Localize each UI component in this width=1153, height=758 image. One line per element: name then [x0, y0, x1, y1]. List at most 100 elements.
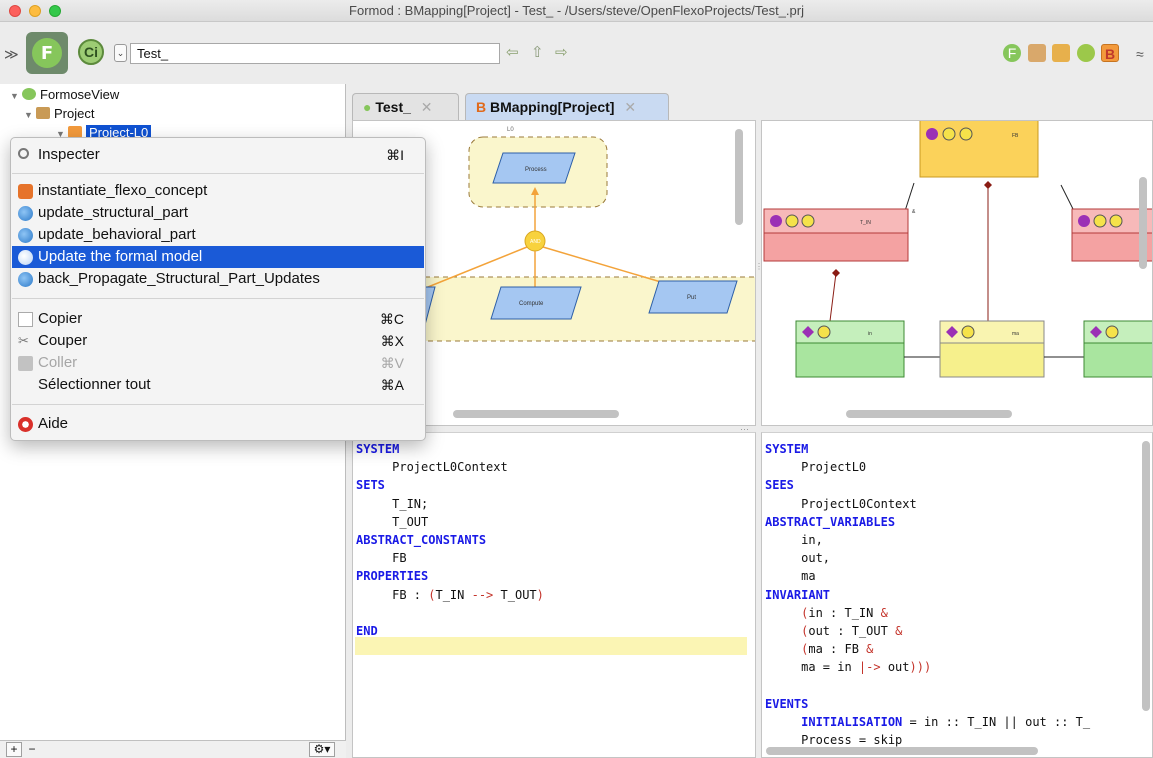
- code-line: in,: [765, 533, 823, 548]
- disclosure-open-icon[interactable]: ▼: [10, 87, 22, 105]
- menu-item-label: update_structural_part: [38, 204, 189, 221]
- horizontal-scrollbar[interactable]: [766, 747, 1038, 755]
- project-field[interactable]: Test_: [130, 43, 500, 64]
- tree-item-label: FormoseView: [40, 87, 120, 102]
- code-line: Process = skip: [765, 733, 903, 748]
- tab-test[interactable]: ● Test_ ✕: [352, 93, 459, 121]
- vertical-splitter-handle[interactable]: ⋮: [755, 263, 763, 284]
- toolbar: ≫ F Ci ⌄ Test_ ⇦ ⇧ ⇨ F B ≈: [0, 22, 1153, 84]
- close-tab-icon[interactable]: ✕: [624, 99, 636, 115]
- help-lifebuoy-icon: [18, 417, 33, 432]
- menu-item-shortcut: ⌘I: [386, 147, 404, 163]
- editor-tab-bar: ● Test_ ✕ B BMapping[Project] ✕: [347, 84, 1153, 122]
- clipboard-icon: [18, 356, 33, 371]
- disclosure-open-icon[interactable]: ▼: [24, 106, 36, 124]
- b-model-diagram-pane[interactable]: FB T_IN & in ma: [761, 120, 1153, 426]
- back-arrow-icon[interactable]: ⇦: [506, 43, 519, 61]
- chevron-double-up-icon[interactable]: ≈: [1136, 46, 1144, 62]
- menu-item-shortcut: ⌘C: [379, 311, 404, 327]
- copy-icon: [18, 312, 33, 327]
- menu-item-inspecter[interactable]: Inspecter ⌘I: [12, 144, 424, 166]
- tab-label: Test_: [375, 99, 411, 115]
- x-icon: [1093, 214, 1107, 228]
- menu-item-instantiate-flexo-concept[interactable]: instantiate_flexo_concept: [12, 180, 424, 202]
- code-operator: (: [765, 605, 809, 620]
- menu-item-update-behavioral-part[interactable]: update_behavioral_part: [12, 224, 424, 246]
- machine-code-editor[interactable]: SYSTEM ProjectL0 SEES ProjectL0Context A…: [761, 432, 1153, 758]
- menu-item-couper[interactable]: ✂ Couper ⌘X: [12, 330, 424, 352]
- project-dropdown-button[interactable]: ⌄: [114, 44, 127, 62]
- menu-item-copier[interactable]: Copier ⌘C: [12, 308, 424, 330]
- horizontal-scrollbar[interactable]: [453, 410, 619, 418]
- function-icon: [961, 325, 975, 339]
- tab-label: BMapping[Project]: [490, 99, 615, 115]
- code-keyword: ABSTRACT_CONSTANTS: [356, 533, 487, 548]
- remove-button[interactable]: −: [24, 742, 40, 757]
- horizontal-scrollbar[interactable]: [846, 410, 1012, 418]
- menu-item-label: Sélectionner tout: [38, 376, 151, 393]
- code-keyword: SEES: [765, 478, 794, 493]
- context-code-editor[interactable]: SYSTEM ProjectL0Context SETS T_IN; T_OUT…: [352, 432, 756, 758]
- scissors-icon: ✂: [18, 333, 29, 348]
- menu-item-update-formal-model[interactable]: Update the formal model: [12, 246, 424, 268]
- context-menu: Inspecter ⌘I instantiate_flexo_concept u…: [10, 137, 426, 441]
- code-line: out : T_OUT: [808, 624, 896, 639]
- fb-label: FB: [1012, 133, 1019, 139]
- close-tab-icon[interactable]: ✕: [421, 99, 433, 115]
- menu-item-coller[interactable]: Coller ⌘V: [12, 352, 424, 374]
- menu-item-selectionner-tout[interactable]: Sélectionner tout ⌘A: [12, 374, 424, 396]
- code-operator: &: [880, 605, 888, 620]
- code-operator: ): [536, 587, 544, 602]
- code-line: out,: [765, 551, 831, 566]
- t-in-tag: &: [912, 209, 916, 215]
- ci-module-icon[interactable]: Ci: [78, 39, 104, 65]
- code-line: in : T_IN: [808, 605, 881, 620]
- code-line: ProjectL0: [765, 460, 867, 475]
- horizontal-splitter-handle[interactable]: ⋯: [740, 425, 760, 434]
- machine-code: SYSTEM ProjectL0 SEES ProjectL0Context A…: [765, 440, 1090, 749]
- gear-menu-icon[interactable]: ⚙▾: [309, 742, 335, 757]
- book-icon[interactable]: [1028, 44, 1046, 62]
- add-button[interactable]: +: [6, 742, 22, 757]
- b-mapping-icon[interactable]: B: [1101, 44, 1119, 62]
- formose-perspective-icon[interactable]: F: [1003, 44, 1021, 62]
- x-icon: [1109, 214, 1123, 228]
- code-line: ma: [765, 569, 816, 584]
- formose-logo-icon: F: [32, 38, 62, 68]
- menu-item-update-structural-part[interactable]: update_structural_part: [12, 202, 424, 224]
- tree-item-formoseview[interactable]: ▼ FormoseView: [10, 86, 119, 104]
- code-line: FB :: [356, 587, 429, 602]
- app-window: Formod : BMapping[Project] - Test_ - /Us…: [0, 0, 1153, 758]
- flower-icon[interactable]: [1077, 44, 1095, 62]
- chevron-double-down-icon[interactable]: ≫: [4, 46, 19, 63]
- sync-icon: [18, 250, 33, 265]
- code-keyword: END: [356, 624, 378, 639]
- code-keyword: SYSTEM: [356, 442, 400, 456]
- menu-item-back-propagate[interactable]: back_Propagate_Structural_Part_Updates: [12, 268, 424, 290]
- b-model-diagram: FB T_IN & in ma: [763, 121, 1152, 378]
- cube-icon[interactable]: [1052, 44, 1070, 62]
- code-line: T_OUT: [493, 587, 537, 602]
- code-line: T_IN;: [356, 496, 429, 511]
- vertical-scrollbar[interactable]: [735, 129, 743, 225]
- menu-item-label: instantiate_flexo_concept: [38, 182, 208, 199]
- vertical-scrollbar[interactable]: [1142, 441, 1150, 711]
- menu-item-label: Copier: [38, 310, 83, 327]
- tab-bmapping-project[interactable]: B BMapping[Project] ✕: [465, 93, 669, 121]
- menu-separator: [12, 173, 424, 174]
- menu-item-label: Update the formal model: [38, 248, 203, 265]
- sync-icon: [18, 272, 33, 287]
- formose-module-button[interactable]: F: [26, 32, 68, 74]
- vertical-scrollbar[interactable]: [1139, 177, 1147, 269]
- up-arrow-icon[interactable]: ⇧: [531, 43, 544, 61]
- menu-item-aide[interactable]: Aide: [12, 413, 424, 435]
- code-line: out: [880, 660, 910, 675]
- title-bar: Formod : BMapping[Project] - Test_ - /Us…: [0, 0, 1153, 22]
- formose-icon: [22, 88, 36, 100]
- in-label: in: [868, 331, 872, 337]
- tree-item-project[interactable]: ▼ Project: [24, 105, 94, 123]
- forward-arrow-icon[interactable]: ⇨: [555, 43, 568, 61]
- code-operator: ))): [909, 660, 932, 675]
- code-keyword: PROPERTIES: [356, 569, 429, 584]
- and-label: AND: [530, 239, 541, 245]
